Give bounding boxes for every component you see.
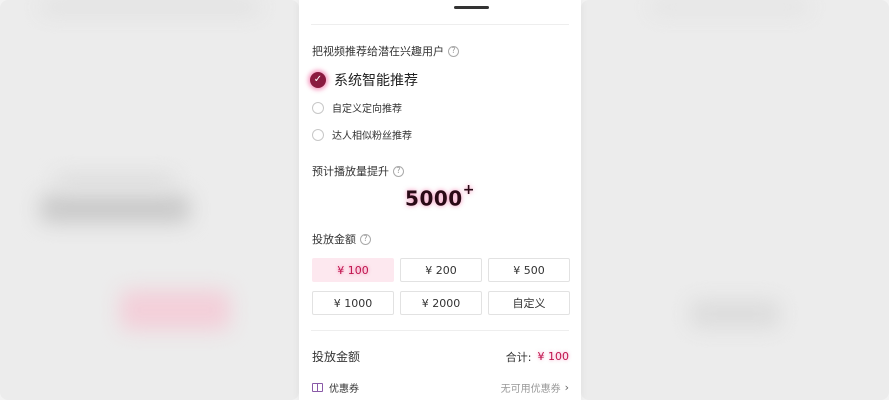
promote-target-title: 把视频推荐给潜在兴趣用户 ? [312, 43, 459, 59]
coupon-status[interactable]: 无可用优惠券 › [501, 380, 569, 395]
amount-option-1000[interactable]: ¥ 1000 [312, 291, 394, 315]
promotion-panel: 把视频推荐给潜在兴趣用户 ? ✓ 系统智能推荐 自定义定向推荐 达人相似粉丝推荐… [299, 0, 581, 400]
total-row: 投放金额 合计: ¥ 100 [312, 348, 569, 365]
option-similar-fans[interactable]: 达人相似粉丝推荐 [312, 127, 412, 142]
background-blur-shape [650, 0, 810, 14]
option-label: 自定义定向推荐 [332, 104, 402, 115]
option-custom-targeting[interactable]: 自定义定向推荐 [312, 100, 402, 115]
background-blur-shape [55, 175, 175, 185]
amount-options: ¥ 100 ¥ 200 ¥ 500 ¥ 1000 ¥ 2000 自定义 [312, 258, 570, 315]
coupon-left: 优惠券 [312, 380, 359, 395]
background-blur-shape [40, 195, 190, 223]
option-label: 达人相似粉丝推荐 [332, 131, 412, 142]
amount-option-custom[interactable]: 自定义 [488, 291, 570, 315]
promote-target-title-text: 把视频推荐给潜在兴趣用户 [312, 45, 444, 58]
amount-option-500[interactable]: ¥ 500 [488, 258, 570, 282]
background-blur-shape [40, 0, 260, 14]
estimate-title-text: 预计播放量提升 [312, 165, 389, 178]
total-value: ¥ 100 [537, 350, 570, 363]
help-icon[interactable]: ? [393, 165, 404, 177]
amount-title: 投放金额 ? [312, 231, 371, 247]
option-label: 系统智能推荐 [334, 73, 418, 89]
help-icon[interactable]: ? [448, 45, 459, 57]
coupon-row[interactable]: 优惠券 无可用优惠券 › [312, 380, 569, 395]
background-blur-shape [120, 290, 230, 330]
tab-indicator [454, 6, 489, 9]
coupon-status-text: 无可用优惠券 [500, 384, 561, 395]
estimated-views-value: 5000+ [299, 182, 581, 211]
help-icon[interactable]: ? [360, 233, 371, 245]
coupon-label: 优惠券 [329, 384, 359, 395]
amount-option-100[interactable]: ¥ 100 [312, 258, 394, 282]
amount-title-text: 投放金额 [312, 233, 356, 246]
radio-icon[interactable] [312, 128, 324, 141]
divider [311, 330, 569, 331]
chevron-right-icon: › [564, 381, 569, 394]
amount-option-200[interactable]: ¥ 200 [400, 258, 482, 282]
estimate-suffix: + [462, 182, 475, 198]
radio-icon[interactable] [312, 101, 324, 114]
option-smart-recommend[interactable]: ✓ 系统智能推荐 [310, 70, 418, 90]
checked-radio-icon[interactable]: ✓ [310, 72, 326, 88]
amount-option-2000[interactable]: ¥ 2000 [400, 291, 482, 315]
divider [311, 24, 569, 25]
coupon-icon [312, 383, 323, 392]
total-label: 合计: [505, 350, 532, 364]
summary-label: 投放金额 [312, 350, 361, 364]
background-blur-shape [690, 300, 780, 328]
estimate-title: 预计播放量提升 ? [312, 163, 404, 179]
estimate-number: 5000 [405, 186, 463, 211]
background-right [581, 0, 889, 400]
total-amount: 合计: ¥ 100 [506, 349, 569, 365]
